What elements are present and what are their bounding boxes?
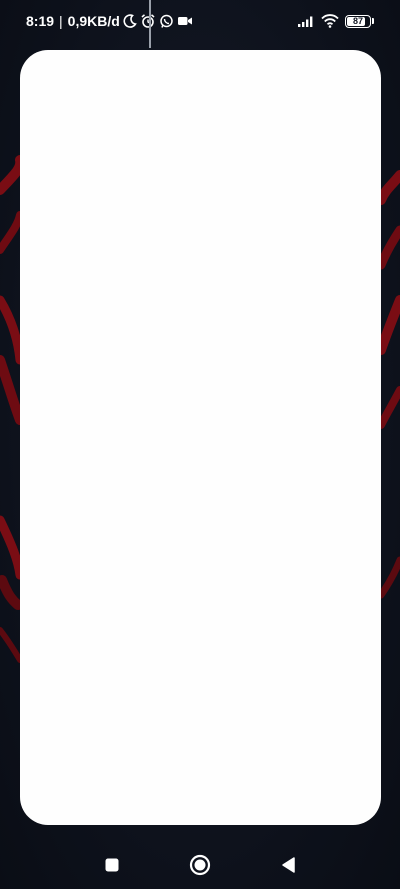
battery-body: 87 <box>345 14 371 28</box>
alarm-icon <box>140 13 156 29</box>
signal-icon <box>297 15 315 27</box>
home-button[interactable] <box>183 848 217 882</box>
triangle-back-icon <box>282 857 295 873</box>
status-bar: 8:19 | 0,9KB/d 87 <box>0 0 400 42</box>
video-camera-icon <box>177 15 193 27</box>
navigation-bar <box>0 840 400 889</box>
status-time: 8:19 <box>26 13 55 29</box>
square-icon <box>105 858 119 872</box>
status-left: 8:19 | 0,9KB/d <box>26 13 193 29</box>
whatsapp-icon <box>159 14 174 29</box>
battery-icon: 87 <box>345 14 374 28</box>
battery-tip <box>372 18 374 24</box>
back-button[interactable] <box>271 848 305 882</box>
recents-button[interactable] <box>95 848 129 882</box>
battery-level: 87 <box>352 15 363 26</box>
screen-divider-line <box>149 0 151 48</box>
status-separator: | <box>59 13 63 29</box>
wifi-icon <box>321 14 339 28</box>
status-right: 87 <box>297 14 374 28</box>
network-speed: 0,9KB/d <box>67 13 120 29</box>
circle-home-icon <box>189 854 211 876</box>
app-card[interactable] <box>20 50 381 825</box>
moon-icon <box>123 14 137 28</box>
